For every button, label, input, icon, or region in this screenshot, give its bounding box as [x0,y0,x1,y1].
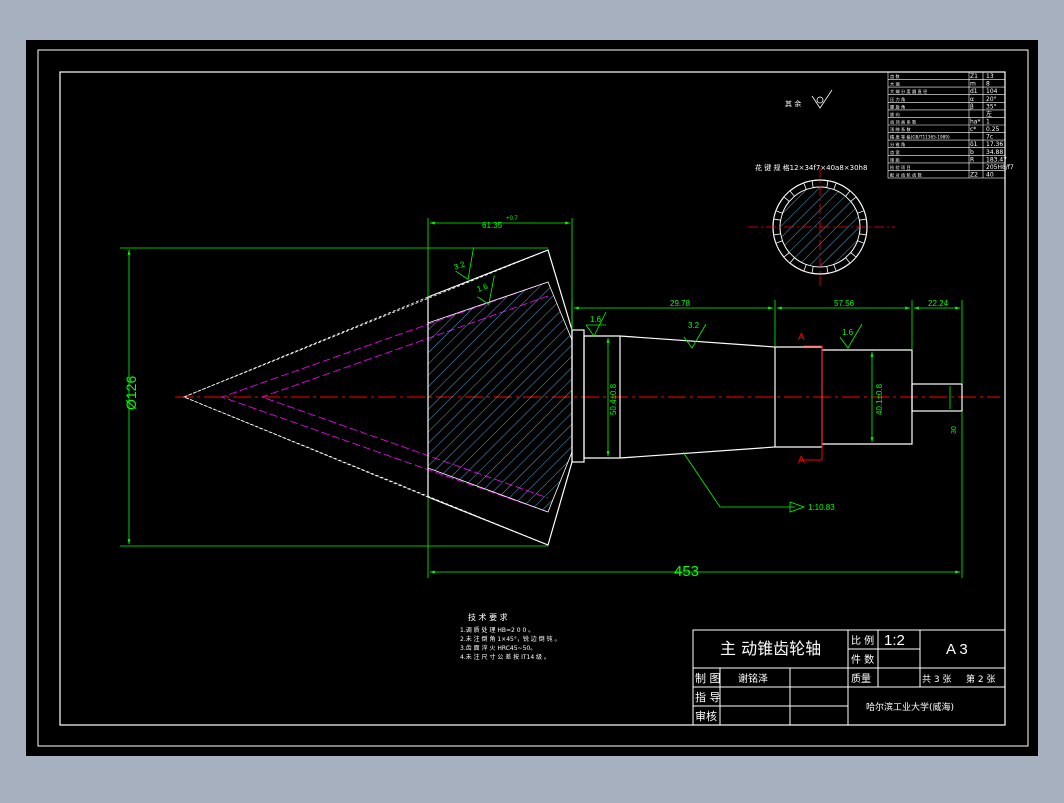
param-cell: 螺 旋 角 [890,103,905,110]
param-cell: α [970,96,974,103]
svg-text:29.78: 29.78 [670,299,691,308]
param-cell: 旋 向 [890,111,900,118]
svg-text:指 导: 指 导 [695,690,721,704]
param-cell: 35° [986,103,997,110]
svg-text:A: A [798,332,805,343]
svg-text:1.调 质 处 理 HB=2 0 0 。: 1.调 质 处 理 HB=2 0 0 。 [460,626,534,634]
param-cell: 183.47 [986,156,1007,163]
svg-text:技 术 要 求: 技 术 要 求 [468,612,508,622]
param-cell: 顶 隙 系 数 [890,126,912,133]
param-cell: 34.88 [986,149,1003,156]
svg-text:4.未 注 尺 寸 公 差 按 IT14 级 。: 4.未 注 尺 寸 公 差 按 IT14 级 。 [460,653,550,661]
param-cell: b [970,149,974,156]
param-cell: 检 验 项 目 [890,164,911,171]
svg-text:2.未 注 倒 角 1×45°，锐 边 倒 钝 。: 2.未 注 倒 角 1×45°，锐 边 倒 钝 。 [460,635,560,643]
svg-text:453: 453 [674,563,699,580]
param-cell: 齿 顶 高 系 数 [890,119,917,126]
svg-text:1.6: 1.6 [842,328,854,337]
svg-text:3.2: 3.2 [688,321,700,330]
param-cell: R [970,156,974,163]
svg-text:40.1±0.8: 40.1±0.8 [875,383,884,415]
svg-text:制 图: 制 图 [695,672,721,685]
param-cell: 配 对 齿 轮 齿 数 [890,172,923,179]
part-name: 主 动锥齿轮轴 [720,639,821,658]
param-cell: 17.36 [986,141,1003,148]
svg-text:花 键 规 格12×34f7×40a8×30h8: 花 键 规 格12×34f7×40a8×30h8 [755,163,867,172]
param-cell: δ1 [970,141,978,148]
param-cell: 0.25 [986,126,1000,133]
svg-text:其 余: 其 余 [785,99,801,108]
svg-text:1:10.83: 1:10.83 [808,503,835,512]
param-cell: 7c [986,134,993,141]
param-cell: d1 [970,88,978,95]
svg-text:A 3: A 3 [946,641,968,658]
param-cell: m [970,81,976,88]
svg-text:+0.7: +0.7 [506,216,519,222]
param-cell: ha* [970,119,980,126]
svg-text:比 例: 比 例 [851,634,874,647]
svg-text:第 2 张: 第 2 张 [966,673,995,685]
param-cell: 104 [986,88,998,95]
svg-text:1.6: 1.6 [590,315,602,324]
svg-text:审核: 审核 [695,709,717,723]
svg-text:共 3 张: 共 3 张 [922,674,951,685]
svg-text:22.24: 22.24 [928,299,949,308]
param-cell: 左 [986,110,992,118]
param-cell: 40 [986,172,994,179]
svg-text:61.35: 61.35 [482,221,503,230]
svg-text:1:2: 1:2 [884,632,905,649]
param-cell: 齿 数 [890,73,901,80]
svg-text:质量: 质量 [851,673,871,685]
param-cell: 205H8/f7 [986,164,1014,171]
param-cell: 8 [986,81,990,88]
param-cell: 压 力 角 [890,96,905,103]
param-cell: 分 锥 角 [890,141,905,148]
param-cell: 大 端 [890,81,900,88]
svg-text:件 数: 件 数 [851,653,874,666]
param-cell: c* [970,126,976,133]
svg-text:哈尔滨工业大学(威海): 哈尔滨工业大学(威海) [866,701,954,713]
svg-text:Ø126: Ø126 [123,376,139,410]
svg-text:30: 30 [951,426,958,434]
svg-text:57.56: 57.56 [834,299,855,308]
svg-text:谢铭泽: 谢铭泽 [738,672,768,685]
param-cell: Z2 [970,172,978,179]
param-cell: 1 [986,119,990,126]
param-cell: 20° [986,96,997,103]
param-cell: Z1 [970,73,978,80]
svg-text:3.齿 面 淬 火 HRC45~50。: 3.齿 面 淬 火 HRC45~50。 [460,644,536,652]
svg-text:50.4±0.8: 50.4±0.8 [609,383,618,415]
param-cell: β [970,103,974,110]
param-cell: 精 度 等 级(GB/T11365-1989) [890,134,950,141]
param-cell: 大 端 分 度 圆 直 径 [890,88,927,95]
cad-viewport: A A 花 键 规 格12×34f7×40a8×30h8 Ø126 453 61… [0,0,1064,798]
param-cell: 锥 距 [890,156,900,163]
param-cell: 13 [986,73,994,80]
svg-text:A: A [798,455,805,466]
param-cell: 齿 宽 [890,149,901,156]
